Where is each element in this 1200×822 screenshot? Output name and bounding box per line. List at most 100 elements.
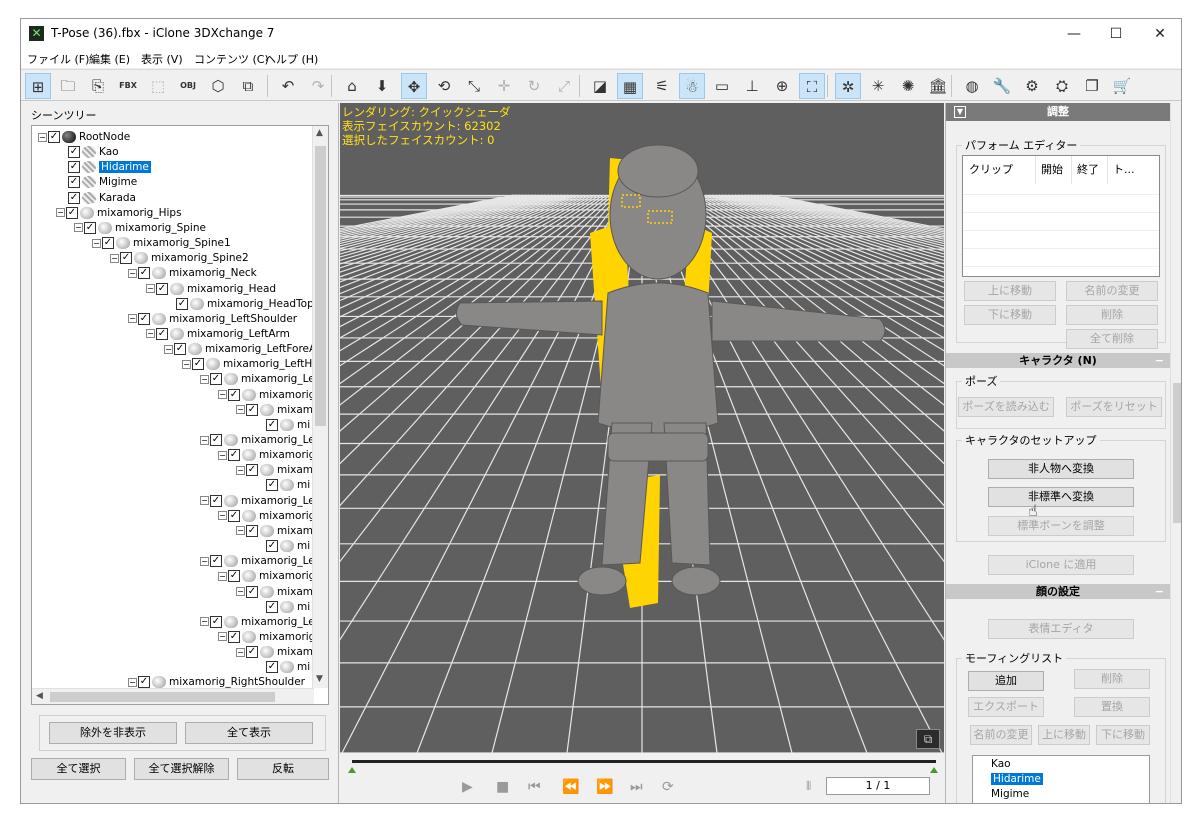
tree-node[interactable]: − ✓ mixamorig_Hips [56, 206, 182, 221]
visibility-checkbox[interactable]: ✓ [228, 509, 240, 522]
timeline-handle-icon[interactable]: ⦀ [806, 779, 811, 794]
sun-icon[interactable]: ✺ [895, 73, 921, 99]
adjust-panel-scrollbar[interactable] [1170, 103, 1181, 803]
tree-node[interactable]: − ✓ mixamorig [218, 569, 315, 584]
visibility-checkbox[interactable]: ✓ [68, 176, 80, 189]
export-avatar-icon[interactable]: ⬚ [145, 73, 171, 99]
tree-node[interactable]: − ✓ mixamorig_Spine [74, 221, 206, 236]
expand-toggle-icon[interactable]: − [236, 587, 245, 596]
tree-node-label[interactable]: mixamorig_Le [241, 434, 315, 446]
face-section-header[interactable]: 顔の設定 − [946, 584, 1170, 599]
visibility-checkbox[interactable]: ✓ [138, 312, 150, 325]
tree-node[interactable]: − ✓ mixamorig [218, 388, 315, 403]
tree-node-label[interactable]: mixamorig_Spine2 [151, 252, 249, 264]
visibility-checkbox[interactable]: ✓ [246, 464, 258, 477]
tree-node[interactable]: − ✓ mixam [236, 585, 313, 600]
pivot-icon[interactable]: ✛ [491, 73, 517, 99]
tree-node-label[interactable]: mixam [277, 646, 313, 658]
maximize-button[interactable]: ☐ [1093, 19, 1139, 49]
tree-node-label[interactable]: mixamorig [259, 510, 315, 522]
tree-node-label[interactable]: mixam [277, 586, 313, 598]
tree-node[interactable]: ✓ mi [254, 660, 310, 675]
tree-node-label[interactable]: mixamorig_Spine [115, 222, 206, 234]
tree-node[interactable]: − ✓ mixam [236, 463, 313, 478]
tree-node-label[interactable]: Migime [99, 176, 137, 188]
tree-node[interactable]: − ✓ RootNode [38, 130, 130, 145]
visibility-checkbox[interactable]: ✓ [68, 161, 80, 174]
expand-toggle-icon[interactable]: − [146, 329, 155, 339]
tree-node[interactable]: ✓ mi [254, 600, 310, 615]
visibility-checkbox[interactable]: ✓ [68, 146, 80, 159]
tree-node-label[interactable]: mi [297, 540, 310, 552]
delete-clip-button[interactable]: 削除 [1066, 305, 1158, 325]
expand-toggle-icon[interactable]: − [218, 390, 227, 400]
expand-toggle-icon[interactable]: − [146, 284, 155, 293]
visibility-checkbox[interactable]: ✓ [246, 646, 258, 659]
tree-node[interactable]: ✓ mi [254, 418, 310, 433]
expand-toggle-icon[interactable]: − [218, 450, 227, 460]
morph-item-migime[interactable]: Migime [991, 788, 1029, 800]
select-all-button[interactable]: 全て選択 [31, 758, 126, 780]
first-frame-icon[interactable]: ⏮ [528, 779, 541, 795]
expand-toggle-icon[interactable]: − [200, 617, 209, 627]
reset-icon[interactable]: ↻ [521, 73, 547, 99]
play-icon[interactable]: ▶ [462, 779, 473, 795]
expand-toggle-icon[interactable]: − [74, 223, 83, 233]
tree-node[interactable]: − ✓ mixamorig_Le [200, 615, 315, 630]
visibility-checkbox[interactable]: ✓ [210, 373, 222, 386]
expand-toggle-icon[interactable]: − [38, 132, 47, 142]
tree-node-label[interactable]: Hidarime [99, 161, 151, 174]
expand-toggle-icon[interactable]: − [236, 526, 245, 536]
copy-icon[interactable]: ❐ [1079, 73, 1105, 99]
loop-icon[interactable]: ⟳ [662, 779, 674, 795]
tree-node-label[interactable]: mi [297, 419, 310, 431]
cart-icon[interactable]: 🛒 [1109, 73, 1135, 99]
expand-toggle-icon[interactable]: − [236, 647, 245, 657]
frame-counter[interactable]: 1 / 1 [826, 777, 930, 795]
column-transition[interactable]: ト... [1113, 161, 1135, 177]
redo-icon[interactable]: ↷ [305, 73, 331, 99]
expand-toggle-icon[interactable]: − [200, 556, 209, 566]
menu-file[interactable]: ファイル (F) [27, 51, 89, 67]
hide-unselected-button[interactable]: 除外を非表示 [49, 722, 177, 744]
morph-move-up-button[interactable]: 上に移動 [1038, 725, 1090, 745]
tree-node-label[interactable]: mixamorig_LeftForeA [205, 343, 316, 355]
morph-item-kao[interactable]: Kao [991, 758, 1011, 770]
tree-node-label[interactable]: mixamorig_Neck [169, 267, 257, 279]
floor-icon[interactable]: ⊥ [739, 73, 765, 99]
wireframe-icon[interactable]: ◪ [587, 73, 613, 99]
tree-node-label[interactable]: mixamorig_HeadTop_ [207, 298, 319, 310]
expand-toggle-icon[interactable]: − [218, 632, 227, 642]
expand-toggle-icon[interactable]: − [200, 435, 209, 445]
adjust-standard-bones-button[interactable]: 標準ボーンを調整 [988, 516, 1134, 536]
scene-tree[interactable]: − ✓ RootNode ✓ Kao ✓ Hidarime ✓ Migime ✓ Karada − ✓ m… [31, 125, 329, 705]
spot-light-icon[interactable]: ✳ [865, 73, 891, 99]
visibility-checkbox[interactable]: ✓ [210, 555, 222, 568]
export-fbx-icon[interactable]: FBX [115, 73, 141, 99]
open-folder-icon[interactable]: 🗀 [55, 73, 81, 99]
3d-viewport[interactable]: レンダリング: クイックシェーダ 表示フェイスカウント: 62302 選択したフ… [340, 103, 944, 753]
globe-view-icon[interactable]: ⊕ [769, 73, 795, 99]
visibility-checkbox[interactable]: ✓ [156, 282, 168, 295]
tree-node[interactable]: − ✓ mixamorig [218, 448, 315, 463]
clip-table[interactable]: クリップ 開始 終了 ト... [962, 155, 1160, 277]
visibility-checkbox[interactable]: ✓ [246, 403, 258, 416]
tree-node[interactable]: − ✓ mixamorig_Le [200, 494, 315, 509]
tree-node-label[interactable]: mi [297, 479, 310, 491]
menu-content[interactable]: コンテンツ (C) [194, 51, 269, 67]
focus-icon[interactable]: ⛶ [799, 73, 825, 99]
tree-node-label[interactable]: mixamorig_Spine1 [133, 237, 231, 249]
expand-toggle-icon[interactable]: − [200, 496, 209, 506]
tree-node[interactable]: − ✓ mixamorig_LeftForeA [164, 342, 316, 357]
morph-item-hidarime[interactable]: Hidarime [991, 773, 1043, 785]
menu-help[interactable]: ヘルプ (H) [265, 51, 318, 67]
tree-node-label[interactable]: RootNode [79, 131, 130, 143]
grid-icon[interactable]: ▦ [617, 73, 643, 99]
tree-node-label[interactable]: mixamorig_LeftArm [187, 328, 290, 340]
move-up-button[interactable]: 上に移動 [964, 281, 1056, 301]
visibility-checkbox[interactable]: ✓ [228, 630, 240, 643]
tree-node-label[interactable]: mi [297, 661, 310, 673]
tree-node[interactable]: − ✓ mixamorig_LeftHa [182, 357, 319, 372]
tree-node-label[interactable]: mixamorig_LeftShoulder [169, 313, 297, 325]
menu-view[interactable]: 表示 (V) [141, 51, 183, 67]
